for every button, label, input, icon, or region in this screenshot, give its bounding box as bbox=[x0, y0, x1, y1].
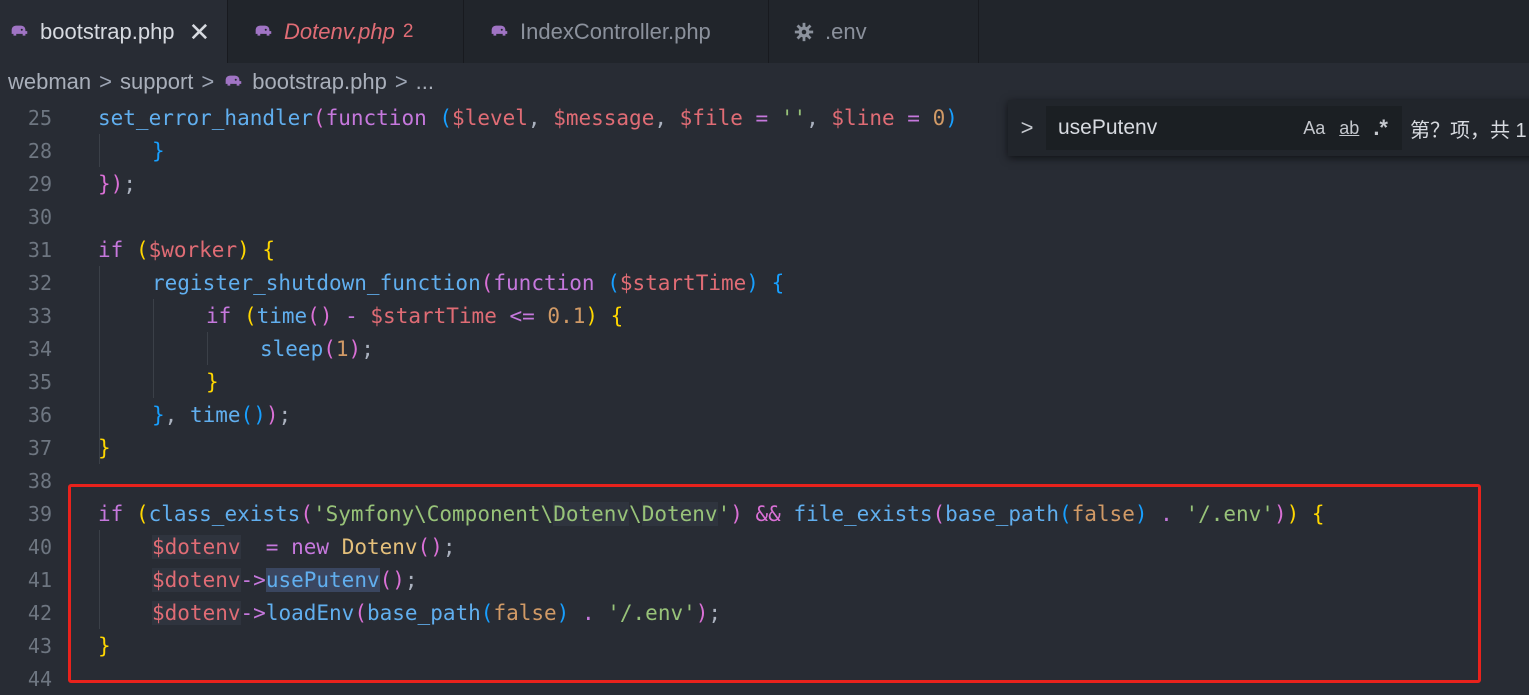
line-number: 39 bbox=[27, 501, 52, 526]
code-text: sleep(1); bbox=[260, 336, 374, 361]
line-number: 31 bbox=[27, 237, 52, 262]
code-line: 30 bbox=[0, 200, 1529, 233]
code-line: 33 if (time() - $startTime <= 0.1) { bbox=[0, 299, 1529, 332]
code-text: $dotenv->usePutenv(); bbox=[152, 567, 418, 592]
code-text: } bbox=[98, 633, 111, 658]
breadcrumb-item-webman[interactable]: webman bbox=[8, 69, 91, 95]
find-widget: > usePutenv Aa ab .* 第？项，共 1 bbox=[1008, 100, 1529, 156]
code-text: set_error_handler(function ($level, $mes… bbox=[98, 105, 958, 130]
code-line: 34 sleep(1); bbox=[0, 332, 1529, 365]
breadcrumb-item-symbol[interactable]: ... bbox=[416, 69, 434, 95]
line-number: 37 bbox=[27, 435, 52, 460]
code-line: 41 $dotenv->usePutenv(); bbox=[0, 563, 1529, 596]
line-number: 42 bbox=[27, 600, 52, 625]
toggle-replace-chevron-icon[interactable]: > bbox=[1008, 115, 1046, 141]
code-text: }, time()); bbox=[152, 402, 292, 427]
breadcrumb: webman > support > bootstrap.php > ... bbox=[0, 63, 1529, 101]
breadcrumb-file-label: bootstrap.php bbox=[252, 69, 387, 94]
chevron-right-icon: > bbox=[99, 69, 113, 94]
line-number: 25 bbox=[27, 105, 52, 130]
code-line: 29 }); bbox=[0, 167, 1529, 200]
code-text: $dotenv->loadEnv(base_path(false) . '/.e… bbox=[152, 600, 722, 625]
tab-indexcontroller-php[interactable]: IndexController.php bbox=[464, 0, 769, 63]
code-editor[interactable]: 25 set_error_handler(function ($level, $… bbox=[0, 101, 1529, 691]
code-text: $dotenv = new Dotenv(); bbox=[152, 534, 456, 559]
code-line: 44 bbox=[0, 662, 1529, 695]
code-text: } bbox=[98, 435, 111, 460]
gear-icon bbox=[791, 19, 817, 45]
tab-env[interactable]: .env bbox=[769, 0, 979, 63]
tab-label: bootstrap.php bbox=[40, 18, 175, 44]
whole-word-icon[interactable]: ab bbox=[1339, 118, 1359, 139]
line-number: 32 bbox=[27, 270, 52, 295]
code-text: }); bbox=[98, 171, 136, 196]
tab-label: IndexController.php bbox=[520, 18, 711, 44]
find-query: usePutenv bbox=[1058, 116, 1158, 139]
code-line: 40 $dotenv = new Dotenv(); bbox=[0, 530, 1529, 563]
code-line: 38 bbox=[0, 464, 1529, 497]
code-line: 35 } bbox=[0, 365, 1529, 398]
php-elephant-icon bbox=[250, 19, 276, 45]
line-number: 28 bbox=[27, 138, 52, 163]
chevron-right-icon: > bbox=[201, 69, 215, 94]
code-text: if ($worker) { bbox=[98, 237, 276, 262]
line-number: 36 bbox=[27, 402, 52, 427]
chevron-right-icon: > bbox=[394, 69, 408, 94]
php-elephant-icon bbox=[6, 19, 32, 45]
line-number: 34 bbox=[27, 336, 52, 361]
line-number: 35 bbox=[27, 369, 52, 394]
regex-icon[interactable]: .* bbox=[1373, 115, 1388, 141]
line-number: 43 bbox=[27, 633, 52, 658]
line-number: 38 bbox=[27, 468, 52, 493]
line-number: 33 bbox=[27, 303, 52, 328]
php-elephant-icon bbox=[222, 71, 244, 93]
code-text: register_shutdown_function(function ($st… bbox=[152, 270, 785, 295]
line-number: 30 bbox=[27, 204, 52, 229]
code-line: 37 } bbox=[0, 431, 1529, 464]
find-input[interactable]: usePutenv Aa ab .* bbox=[1046, 106, 1402, 150]
line-number: 41 bbox=[27, 567, 52, 592]
breadcrumb-item-file[interactable]: bootstrap.php bbox=[222, 69, 387, 95]
code-line: 36 }, time()); bbox=[0, 398, 1529, 431]
code-line: 43 } bbox=[0, 629, 1529, 662]
match-case-icon[interactable]: Aa bbox=[1303, 118, 1325, 139]
tab-bar: bootstrap.php ✕ Dotenv.php 2 IndexContro… bbox=[0, 0, 1529, 63]
line-number: 40 bbox=[27, 534, 52, 559]
code-text: if (time() - $startTime <= 0.1) { bbox=[206, 303, 624, 328]
match-count: 第？项，共 1 bbox=[1410, 119, 1527, 142]
breadcrumb-item-support[interactable]: support bbox=[120, 69, 193, 95]
code-line: 42 $dotenv->loadEnv(base_path(false) . '… bbox=[0, 596, 1529, 629]
tab-label: Dotenv.php bbox=[284, 18, 395, 44]
problem-count-badge: 2 bbox=[402, 20, 414, 42]
line-number: 29 bbox=[27, 171, 52, 196]
tab-bootstrap-php[interactable]: bootstrap.php ✕ bbox=[0, 0, 228, 63]
search-match-highlight: usePutenv bbox=[265, 567, 380, 592]
code-text: if (class_exists('Symfony\Component\Dote… bbox=[98, 501, 1325, 526]
tab-label: .env bbox=[825, 18, 867, 44]
php-elephant-icon bbox=[486, 19, 512, 45]
code-text: } bbox=[152, 138, 165, 163]
code-text: } bbox=[206, 369, 219, 394]
code-line: 39 if (class_exists('Symfony\Component\D… bbox=[0, 497, 1529, 530]
code-line: 32 register_shutdown_function(function (… bbox=[0, 266, 1529, 299]
tab-dotenv-php[interactable]: Dotenv.php 2 bbox=[228, 0, 464, 63]
line-number: 44 bbox=[27, 666, 52, 691]
code-line: 31 if ($worker) { bbox=[0, 233, 1529, 266]
close-icon[interactable]: ✕ bbox=[189, 19, 211, 45]
